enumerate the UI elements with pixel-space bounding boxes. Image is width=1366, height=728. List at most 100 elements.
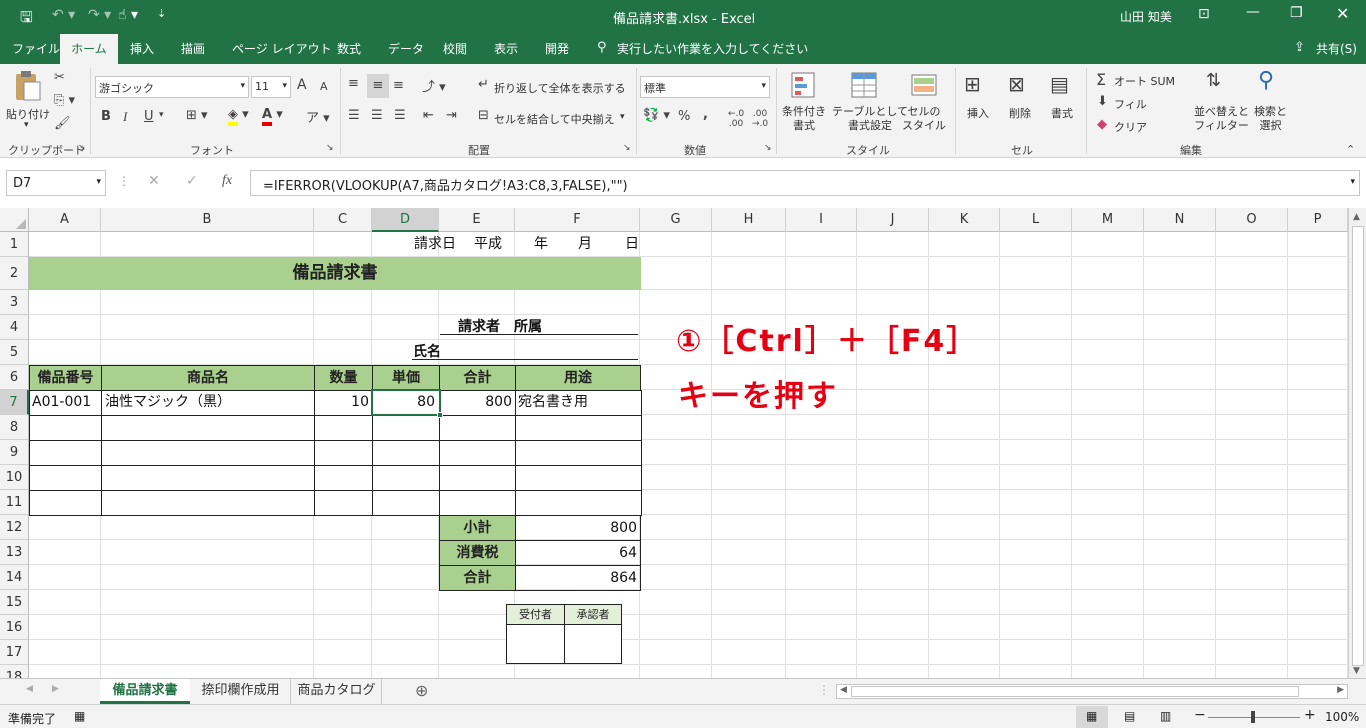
copy-icon[interactable]: ⎘ ▾ [54, 93, 75, 108]
zoom-out-icon[interactable]: − [1194, 707, 1206, 723]
align-bottom-icon[interactable]: ≡ [393, 78, 404, 93]
share-button[interactable]: 共有(S) [1316, 40, 1357, 57]
align-center-icon[interactable]: ☰ [371, 108, 383, 123]
number-launcher-icon[interactable]: ↘ [764, 143, 772, 153]
comma-button[interactable]: , [703, 107, 708, 122]
table-cell[interactable] [29, 440, 102, 466]
column-header[interactable]: C [314, 208, 372, 232]
scroll-right-icon[interactable]: ▶ [1337, 685, 1344, 695]
format-as-table-button[interactable]: テーブルとして 書式設定 [832, 105, 908, 133]
select-all-button[interactable] [0, 208, 29, 232]
column-header[interactable]: N [1144, 208, 1216, 232]
user-name[interactable]: 山田 知美 [1120, 8, 1172, 25]
row-header[interactable]: 4 [0, 315, 29, 340]
wrap-text-button[interactable]: 折り返して全体を表示する [494, 80, 626, 96]
grow-font-icon[interactable]: A [297, 77, 307, 93]
insert-cells-button[interactable]: 挿入 [967, 105, 989, 121]
column-header[interactable]: F [515, 208, 640, 232]
page-break-view-icon[interactable]: ▥ [1160, 709, 1171, 723]
tell-me-search[interactable]: 実行したい作業を入力してください [617, 40, 808, 57]
header-total[interactable]: 合計 [439, 365, 516, 391]
cell-C7[interactable]: 10 [314, 390, 372, 415]
sheet-tab-catalog[interactable]: 商品カタログ [292, 679, 382, 704]
chevron-down-icon[interactable]: ▾ [620, 112, 625, 122]
ribbon-display-icon[interactable]: ⊡ [1198, 6, 1210, 22]
macro-record-icon[interactable]: ▦ [74, 709, 85, 723]
row-header[interactable]: 17 [0, 640, 29, 665]
row-header[interactable]: 8 [0, 415, 29, 440]
table-cell[interactable] [372, 490, 440, 516]
expand-formula-icon[interactable]: ▾ [1350, 177, 1355, 187]
align-left-icon[interactable]: ☰ [348, 108, 360, 123]
qat-customize-icon[interactable]: ⇣ [157, 7, 166, 20]
decrease-decimal-icon[interactable]: .00 →.0 [752, 109, 768, 129]
font-size-select[interactable]: 11 ▾ [251, 76, 291, 98]
autosum-button[interactable]: オート SUM [1114, 73, 1175, 89]
undo-icon[interactable]: ↶ ▾ [52, 7, 75, 23]
table-cell[interactable] [439, 490, 516, 516]
number-format-select[interactable]: 標準 ▾ [640, 76, 770, 98]
row-header[interactable]: 5 [0, 340, 29, 365]
tax-value[interactable]: 64 [515, 540, 641, 566]
cell-E7[interactable]: 800 [439, 390, 515, 415]
italic-button[interactable]: I [123, 109, 127, 125]
redo-icon[interactable]: ↷ ▾ [88, 7, 111, 23]
table-cell[interactable] [372, 440, 440, 466]
cell-B7[interactable]: 油性マジック（黒） [105, 390, 231, 415]
column-header[interactable]: A [29, 208, 101, 232]
alignment-launcher-icon[interactable]: ↘ [623, 143, 631, 153]
column-header[interactable]: I [786, 208, 857, 232]
table-cell[interactable] [101, 415, 315, 441]
page-layout-view-icon[interactable]: ▤ [1124, 709, 1135, 723]
tab-split-icon[interactable]: ⋮ [818, 683, 830, 697]
column-header[interactable]: B [101, 208, 314, 232]
next-sheet-icon[interactable]: ▶ [52, 684, 59, 694]
table-cell[interactable] [314, 415, 373, 441]
active-cell-selection[interactable] [371, 389, 441, 416]
row-header[interactable]: 13 [0, 540, 29, 565]
header-unit-price[interactable]: 単価 [372, 365, 440, 391]
cancel-icon[interactable]: ✕ [148, 173, 160, 189]
table-cell[interactable] [515, 465, 642, 491]
table-cell[interactable] [29, 415, 102, 441]
fill-button[interactable]: フィル [1114, 96, 1147, 112]
row-header[interactable]: 1 [0, 232, 29, 257]
table-cell[interactable] [314, 440, 373, 466]
h-scroll-thumb[interactable] [851, 686, 1299, 697]
decrease-indent-icon[interactable]: ⇤ [423, 108, 434, 123]
tax-label[interactable]: 消費税 [439, 540, 516, 566]
save-icon[interactable]: 🖫 [20, 7, 33, 32]
borders-icon[interactable]: ⊞ ▾ [186, 108, 208, 123]
row-header[interactable]: 11 [0, 490, 29, 515]
table-cell[interactable] [439, 465, 516, 491]
column-header[interactable]: O [1216, 208, 1288, 232]
clear-button[interactable]: クリア [1114, 119, 1147, 135]
cell-A7[interactable]: A01-001 [32, 390, 91, 415]
horizontal-scrollbar[interactable]: ◀ ▶ [836, 684, 1348, 699]
chevron-down-icon[interactable]: ▾ [159, 110, 164, 120]
scroll-down-icon[interactable]: ▼ [1353, 666, 1360, 676]
header-product-name[interactable]: 商品名 [101, 365, 315, 391]
table-cell[interactable] [101, 465, 315, 491]
minimize-icon[interactable]: — [1246, 4, 1260, 20]
table-cell[interactable] [29, 465, 102, 491]
row-header[interactable]: 3 [0, 290, 29, 315]
stamp-box[interactable]: 受付者 承認者 [506, 604, 622, 664]
tab-insert[interactable]: 挿入 [130, 40, 154, 57]
subtotal-value[interactable]: 800 [515, 515, 641, 541]
increase-decimal-icon[interactable]: ←.0.00 [728, 109, 744, 129]
row-header[interactable]: 10 [0, 465, 29, 490]
sheet-tab-stamp[interactable]: 捺印欄作成用 [191, 679, 291, 704]
row-header[interactable]: 14 [0, 565, 29, 590]
conditional-format-button[interactable]: 条件付き 書式 [782, 105, 826, 133]
row-header[interactable]: 12 [0, 515, 29, 540]
column-header[interactable]: D [372, 208, 439, 232]
paste-icon[interactable] [12, 70, 42, 102]
header-purpose[interactable]: 用途 [515, 365, 641, 391]
row-header[interactable]: 16 [0, 615, 29, 640]
sheet-tab-active[interactable]: 備品請求書 [100, 679, 190, 704]
formula-input[interactable]: =IFERROR(VLOOKUP(A7,商品カタログ!A3:C8,3,FALSE… [250, 170, 1360, 196]
font-color-icon[interactable]: A ▾ [262, 107, 283, 126]
row-header[interactable]: 6 [0, 365, 29, 390]
accounting-format-icon[interactable]: 💱 ▾ [643, 108, 670, 123]
